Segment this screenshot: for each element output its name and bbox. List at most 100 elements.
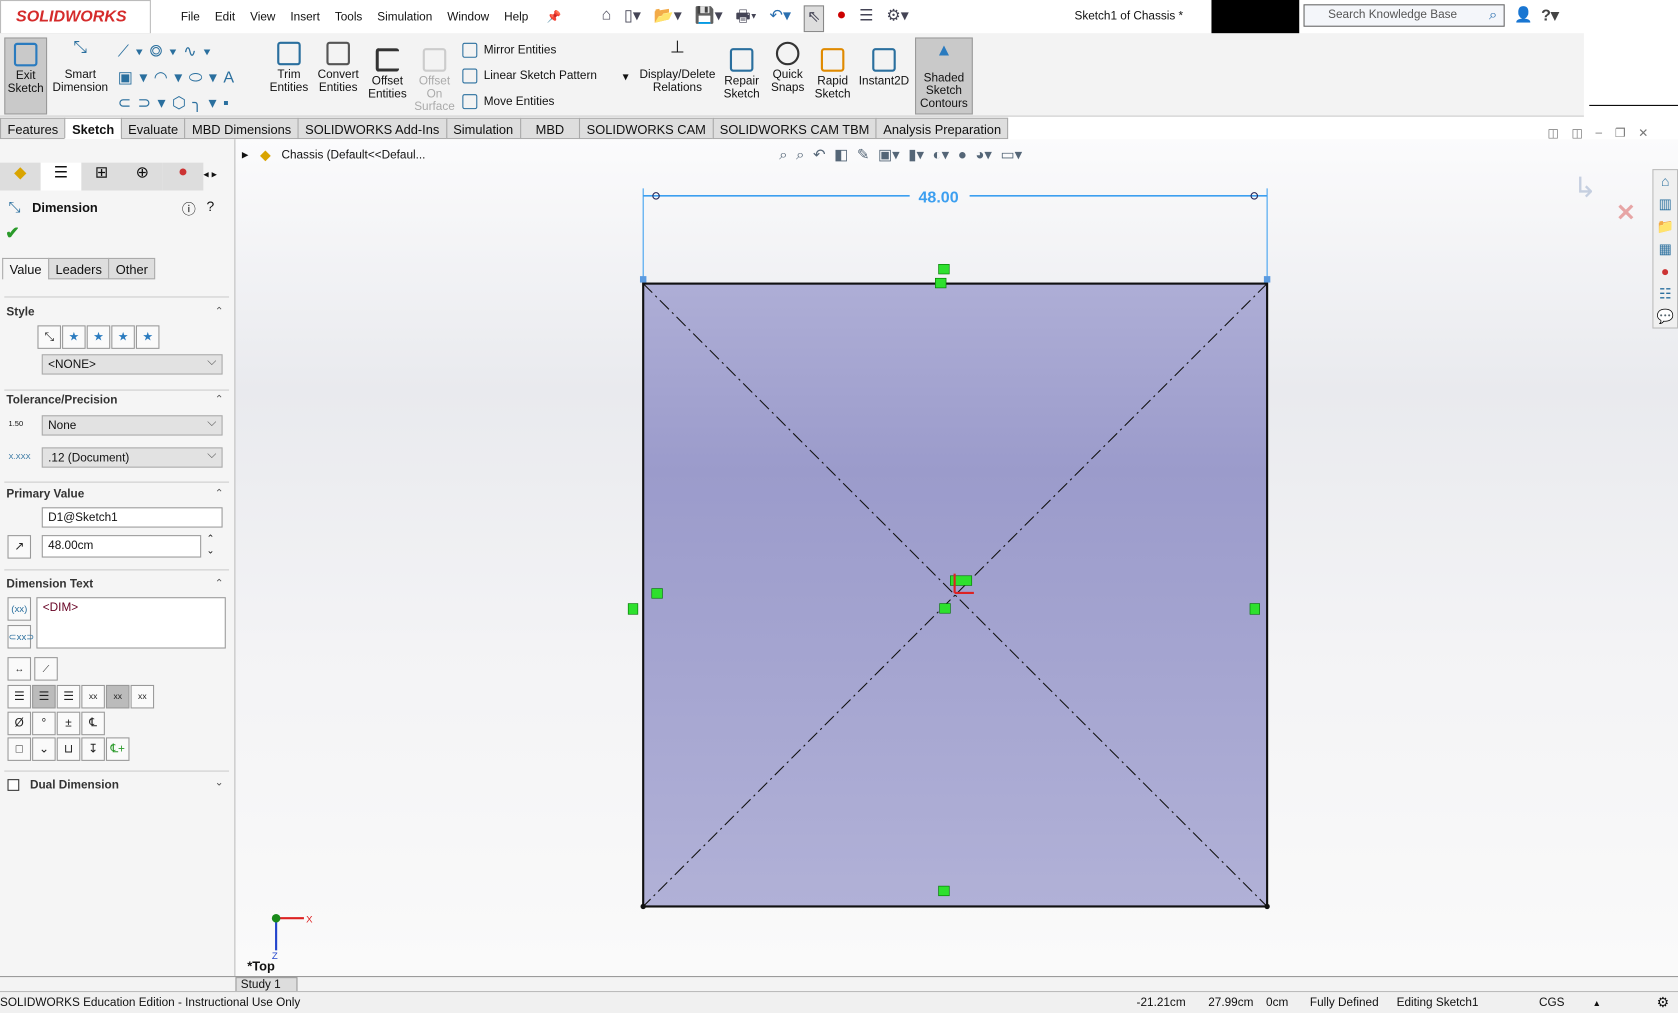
menu-window[interactable]: Window xyxy=(447,11,489,24)
unit-system[interactable]: CGS xyxy=(1539,996,1565,1009)
ok-check-icon[interactable]: ✔ xyxy=(5,223,19,244)
tile-icon[interactable]: ◫ xyxy=(1571,126,1582,140)
undo-icon[interactable]: ↶▾ xyxy=(769,5,791,32)
panel-scroll-arrows[interactable]: ◂ ▸ xyxy=(203,163,217,191)
print-icon[interactable]: 🖶▾ xyxy=(736,5,757,32)
repair-sketch-button[interactable]: Repair Sketch xyxy=(721,48,762,101)
select-icon[interactable]: ⇖ xyxy=(803,5,824,33)
collapse-tolerance-icon[interactable]: ⌃ xyxy=(215,394,224,406)
counterbore-icon[interactable]: ⊔ xyxy=(56,737,81,761)
menu-help[interactable]: Help xyxy=(504,11,528,24)
menu-simulation[interactable]: Simulation xyxy=(377,11,432,24)
delete-style-icon[interactable]: ★ xyxy=(86,325,111,349)
spline-icon[interactable]: ∿ xyxy=(183,43,203,61)
line-icon[interactable]: ⟋ xyxy=(118,43,136,61)
property-manager-tab[interactable]: ☰ xyxy=(40,162,82,191)
tab-solidworks-addins[interactable]: SOLIDWORKS Add-Ins xyxy=(297,117,447,140)
tab-solidworks-cam-tbm[interactable]: SOLIDWORKS CAM TBM xyxy=(712,117,877,140)
precision-select[interactable]: .12 (Document) xyxy=(41,447,223,468)
ellipse-icon[interactable]: ⬭ xyxy=(189,68,209,86)
center-dimension-icon[interactable]: ↔ xyxy=(7,657,32,681)
parentheses-icon[interactable]: (xx) xyxy=(7,597,32,621)
restore-icon[interactable]: ◫ xyxy=(1548,126,1559,140)
square-icon[interactable]: □ xyxy=(7,737,32,761)
options-icon[interactable]: ⚙▾ xyxy=(886,5,908,32)
search-icon[interactable]: ⌕ xyxy=(1489,5,1497,23)
unit-system-arrow-icon[interactable]: ▲ xyxy=(1592,998,1600,1008)
centerline-icon[interactable]: ℄ xyxy=(81,711,105,736)
tolerance-select[interactable]: None xyxy=(41,415,223,436)
new-icon[interactable]: ▯▾ xyxy=(624,5,641,32)
subtab-value[interactable]: Value xyxy=(2,257,50,280)
tab-features[interactable]: Features xyxy=(0,117,66,140)
inspection-icon[interactable]: ⊂xx⊃ xyxy=(7,624,34,649)
home-icon[interactable]: ⌂ xyxy=(601,5,611,32)
trim-entities-button[interactable]: Trim Entities xyxy=(268,41,311,94)
save-style-icon[interactable]: ★ xyxy=(111,325,135,349)
tab-solidworks-cam[interactable]: SOLIDWORKS CAM xyxy=(579,117,714,140)
save-icon[interactable]: 💾▾ xyxy=(695,5,723,32)
circle-icon[interactable]: ◎ xyxy=(150,43,169,61)
dual-dimension-checkbox[interactable] xyxy=(7,779,20,791)
minimize-icon[interactable]: – xyxy=(1595,126,1602,140)
display-delete-relations-button[interactable]: ⊥ Display/Delete Relations xyxy=(639,39,716,94)
whats-new-help-icon[interactable]: ⓘ xyxy=(182,198,196,218)
text-bottom-icon[interactable]: xx xyxy=(130,684,155,709)
tab-mbd-dimensions[interactable]: MBD Dimensions xyxy=(184,117,299,140)
instant2d-button[interactable]: Instant2D xyxy=(858,48,909,88)
expand-dual-icon[interactable]: ⌄ xyxy=(215,777,224,789)
offset-entities-button[interactable]: Offset Entities xyxy=(366,48,409,101)
degree-icon[interactable]: ° xyxy=(32,711,56,736)
close-icon[interactable]: ✕ xyxy=(1638,126,1648,140)
menu-tools[interactable]: Tools xyxy=(335,11,362,24)
design-library-icon[interactable]: ▥ xyxy=(1653,193,1677,215)
slot-icon[interactable]: ⊂⊃ xyxy=(118,94,158,112)
pin-icon[interactable]: 📌 xyxy=(547,11,562,24)
collapse-primary-icon[interactable]: ⌃ xyxy=(215,488,224,500)
view-palette-icon[interactable]: ▦ xyxy=(1653,238,1677,260)
maximize-icon[interactable]: ❐ xyxy=(1615,126,1626,140)
depth-icon[interactable]: ↧ xyxy=(81,737,105,761)
text-middle-icon[interactable]: xx xyxy=(105,684,130,709)
diameter-icon[interactable]: Ø xyxy=(7,711,32,736)
load-style-icon[interactable]: ★ xyxy=(135,325,160,349)
file-explorer-icon[interactable]: 📁 xyxy=(1653,215,1677,237)
feature-manager-tab[interactable]: ◆ xyxy=(0,162,41,191)
help-icon[interactable]: ? xyxy=(207,198,215,214)
mirror-entities-button[interactable]: Mirror Entities xyxy=(462,42,556,58)
rapid-sketch-button[interactable]: Rapid Sketch xyxy=(813,48,852,101)
dimxpert-tab[interactable]: ⊕ xyxy=(122,162,163,191)
resources-icon[interactable]: ⌂ xyxy=(1653,170,1677,192)
subtab-other[interactable]: Other xyxy=(108,257,156,280)
plus-minus-icon[interactable]: ± xyxy=(56,711,81,736)
tab-study-1[interactable]: Study 1 xyxy=(235,977,298,993)
collapse-style-icon[interactable]: ⌃ xyxy=(215,306,224,318)
help-icon[interactable]: ?▾ xyxy=(1541,5,1559,24)
rectangle-icon[interactable]: ▣ xyxy=(118,68,140,86)
polygon-icon[interactable]: ⬡ xyxy=(172,94,192,112)
collapse-dimtext-icon[interactable]: ⌃ xyxy=(215,578,224,590)
tab-mbd[interactable]: MBD xyxy=(519,117,581,140)
forum-icon[interactable]: 💬 xyxy=(1653,305,1677,327)
tab-sketch[interactable]: Sketch xyxy=(64,117,122,140)
move-entities-button[interactable]: Move Entities xyxy=(462,94,554,110)
linear-sketch-pattern-button[interactable]: Linear Sketch Pattern ▾ xyxy=(462,68,629,84)
reverse-direction-icon[interactable]: ↗ xyxy=(7,535,32,559)
menu-view[interactable]: View xyxy=(250,11,275,24)
user-icon[interactable]: 👤 xyxy=(1514,5,1533,23)
tab-analysis-preparation[interactable]: Analysis Preparation xyxy=(875,117,1009,140)
appearances-icon[interactable]: ● xyxy=(1653,260,1677,282)
search-knowledge-base[interactable]: Search Knowledge Base ⌕ xyxy=(1303,4,1505,27)
offset-text-icon[interactable]: ⟋ xyxy=(34,657,58,681)
apply-style-icon[interactable]: ⤡ xyxy=(37,325,62,349)
configuration-manager-tab[interactable]: ⊞ xyxy=(81,162,123,191)
countersink-icon[interactable]: ⌄ xyxy=(32,737,56,761)
align-center-icon[interactable]: ☰ xyxy=(32,684,56,709)
text-top-icon[interactable]: xx xyxy=(81,684,105,709)
offset-on-surface-button[interactable]: Offset On Surface xyxy=(413,48,456,113)
align-right-icon[interactable]: ☰ xyxy=(56,684,81,709)
tab-simulation[interactable]: Simulation xyxy=(445,117,521,140)
text-icon[interactable]: A xyxy=(223,68,240,86)
menu-edit[interactable]: Edit xyxy=(215,11,235,24)
subtab-leaders[interactable]: Leaders xyxy=(47,257,110,280)
